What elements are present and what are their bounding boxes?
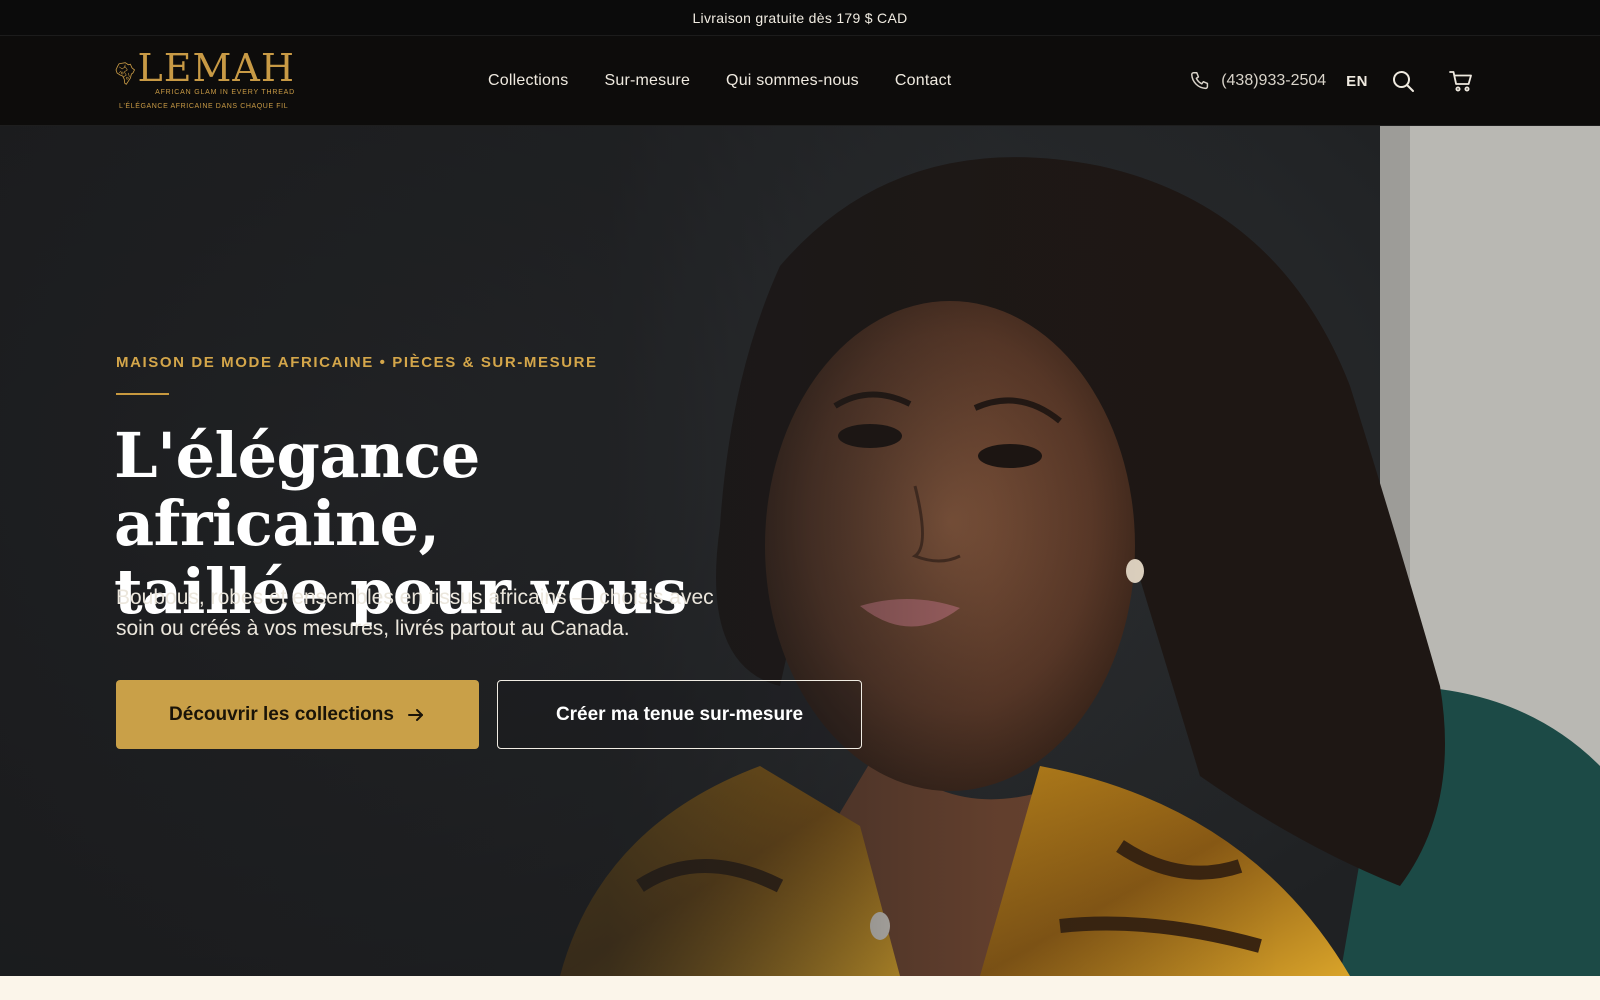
main-nav: Collections Sur-mesure Qui sommes-nous C… <box>488 36 951 126</box>
africa-map-icon <box>115 62 136 85</box>
cart-icon <box>1449 71 1472 92</box>
cart-button[interactable] <box>1448 68 1474 94</box>
phone-number: (438)933-2504 <box>1221 72 1327 89</box>
hero-subtitle: Boubous, robes et ensembles en tissus af… <box>116 586 714 640</box>
next-section-edge <box>0 976 1600 1000</box>
nav-sur-mesure[interactable]: Sur-mesure <box>604 72 690 90</box>
logo-tagline-en: AFRICAN GLAM IN EVERY THREAD <box>155 89 295 96</box>
hero-section: MAISON DE MODE AFRICAINE • PIÈCES & SUR-… <box>0 126 1600 976</box>
discover-collections-button[interactable]: Découvrir les collections <box>116 680 479 749</box>
hero-eyebrow: MAISON DE MODE AFRICAINE • PIÈCES & SUR-… <box>116 354 598 371</box>
header-utilities: (438)933-2504 EN <box>1189 36 1474 126</box>
arrow-right-icon <box>407 708 423 721</box>
nav-qui-sommes-nous[interactable]: Qui sommes-nous <box>726 72 859 90</box>
nav-collections[interactable]: Collections <box>488 72 568 90</box>
language-switch[interactable]: EN <box>1346 73 1368 90</box>
phone-link[interactable]: (438)933-2504 <box>1189 70 1326 92</box>
nav-contact[interactable]: Contact <box>895 72 952 90</box>
hero-title-line1: L'élégance africaine, <box>114 419 480 560</box>
phone-icon <box>1191 72 1209 90</box>
custom-outfit-button[interactable]: Créer ma tenue sur-mesure <box>497 680 862 749</box>
logo-tagline-fr: L'ÉLÉGANCE AFRICAINE DANS CHAQUE FIL <box>119 103 289 110</box>
discover-collections-label: Découvrir les collections <box>169 703 394 725</box>
announcement-bar: Livraison gratuite dès 179 $ CAD <box>0 0 1600 36</box>
announcement-text: Livraison gratuite dès 179 $ CAD <box>692 9 908 26</box>
eyebrow-divider <box>116 393 169 395</box>
site-header: LEMAH AFRICAN GLAM IN EVERY THREAD L'ÉLÉ… <box>0 36 1600 126</box>
custom-outfit-label: Créer ma tenue sur-mesure <box>555 703 804 725</box>
search-button[interactable] <box>1390 68 1416 94</box>
logo-wordmark: LEMAH <box>137 46 295 90</box>
logo[interactable]: LEMAH AFRICAN GLAM IN EVERY THREAD L'ÉLÉ… <box>115 48 295 114</box>
search-icon <box>1393 71 1414 92</box>
